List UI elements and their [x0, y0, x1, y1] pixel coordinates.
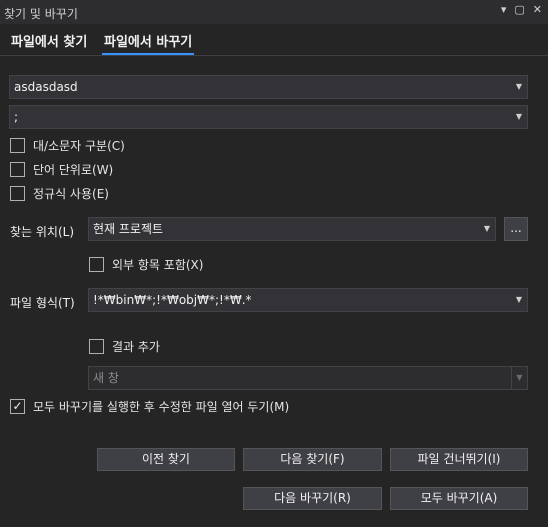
- maximize-icon[interactable]: ▢: [514, 3, 524, 16]
- regex-label: 정규식 사용(E): [33, 187, 109, 201]
- checkmark-icon[interactable]: ✓: [10, 399, 25, 414]
- whole-word-label: 단어 단위로(W): [33, 163, 114, 177]
- checkbox-box[interactable]: [10, 138, 25, 153]
- look-in-value: 현재 프로젝트: [93, 222, 164, 236]
- window-title: 찾기 및 바꾸기: [4, 7, 78, 21]
- include-external-items-label: 외부 항목 포함(X): [112, 258, 204, 272]
- chevron-down-icon[interactable]: ▼: [511, 106, 527, 128]
- whole-word-checkbox[interactable]: 단어 단위로(W): [10, 161, 113, 178]
- chevron-down-icon: ▼: [511, 367, 527, 389]
- replace-input-value: ;: [14, 110, 19, 124]
- include-external-items-checkbox[interactable]: 외부 항목 포함(X): [89, 256, 203, 273]
- keep-modified-files-open-label: 모두 바꾸기를 실행한 후 수정한 파일 열어 두기(M): [33, 400, 290, 414]
- checkbox-box[interactable]: [10, 186, 25, 201]
- match-case-label: 대/소문자 구분(C): [33, 139, 125, 153]
- find-input[interactable]: asdasdasd ▼: [9, 75, 528, 99]
- replace-all-button[interactable]: 모두 바꾸기(A): [390, 487, 528, 510]
- look-in-select[interactable]: 현재 프로젝트 ▼: [88, 217, 496, 241]
- skip-file-button[interactable]: 파일 건너뛰기(I): [390, 448, 528, 471]
- append-results-checkbox[interactable]: 결과 추가: [89, 338, 160, 355]
- window-controls: ▾ ▢ ✕: [501, 3, 542, 16]
- tab-strip: 파일에서 찾기 파일에서 바꾸기: [0, 24, 548, 56]
- replace-next-button[interactable]: 다음 바꾸기(R): [243, 487, 382, 510]
- tab-replace-in-files[interactable]: 파일에서 바꾸기: [101, 31, 195, 55]
- match-case-checkbox[interactable]: 대/소문자 구분(C): [10, 137, 125, 154]
- dropdown-icon[interactable]: ▾: [501, 3, 507, 16]
- results-window-select: 새 창 ▼: [88, 366, 528, 390]
- close-icon[interactable]: ✕: [533, 3, 542, 16]
- chevron-down-icon[interactable]: ▼: [479, 218, 495, 240]
- keep-modified-files-open-checkbox[interactable]: ✓ 모두 바꾸기를 실행한 후 수정한 파일 열어 두기(M): [10, 398, 289, 415]
- find-next-button[interactable]: 다음 찾기(F): [243, 448, 382, 471]
- replace-input[interactable]: ; ▼: [9, 105, 528, 129]
- file-types-label: 파일 형식(T): [10, 296, 75, 310]
- file-types-select[interactable]: !*₩bin₩*;!*₩obj₩*;!*₩.* ▼: [88, 288, 528, 312]
- chevron-down-icon[interactable]: ▼: [511, 289, 527, 311]
- checkbox-box[interactable]: [89, 257, 104, 272]
- checkbox-box[interactable]: [89, 339, 104, 354]
- file-types-value: !*₩bin₩*;!*₩obj₩*;!*₩.*: [93, 293, 252, 307]
- find-previous-button[interactable]: 이전 찾기: [97, 448, 235, 471]
- find-input-value: asdasdasd: [14, 80, 78, 94]
- regex-checkbox[interactable]: 정규식 사용(E): [10, 185, 109, 202]
- look-in-label: 찾는 위치(L): [10, 225, 75, 239]
- tab-find-in-files[interactable]: 파일에서 찾기: [11, 31, 87, 50]
- append-results-label: 결과 추가: [112, 340, 160, 354]
- chevron-down-icon[interactable]: ▼: [511, 76, 527, 98]
- browse-folder-button[interactable]: ...: [504, 217, 528, 241]
- title-bar: 찾기 및 바꾸기 ▾ ▢ ✕: [0, 0, 548, 24]
- checkbox-box[interactable]: [10, 162, 25, 177]
- results-window-value: 새 창: [93, 371, 119, 385]
